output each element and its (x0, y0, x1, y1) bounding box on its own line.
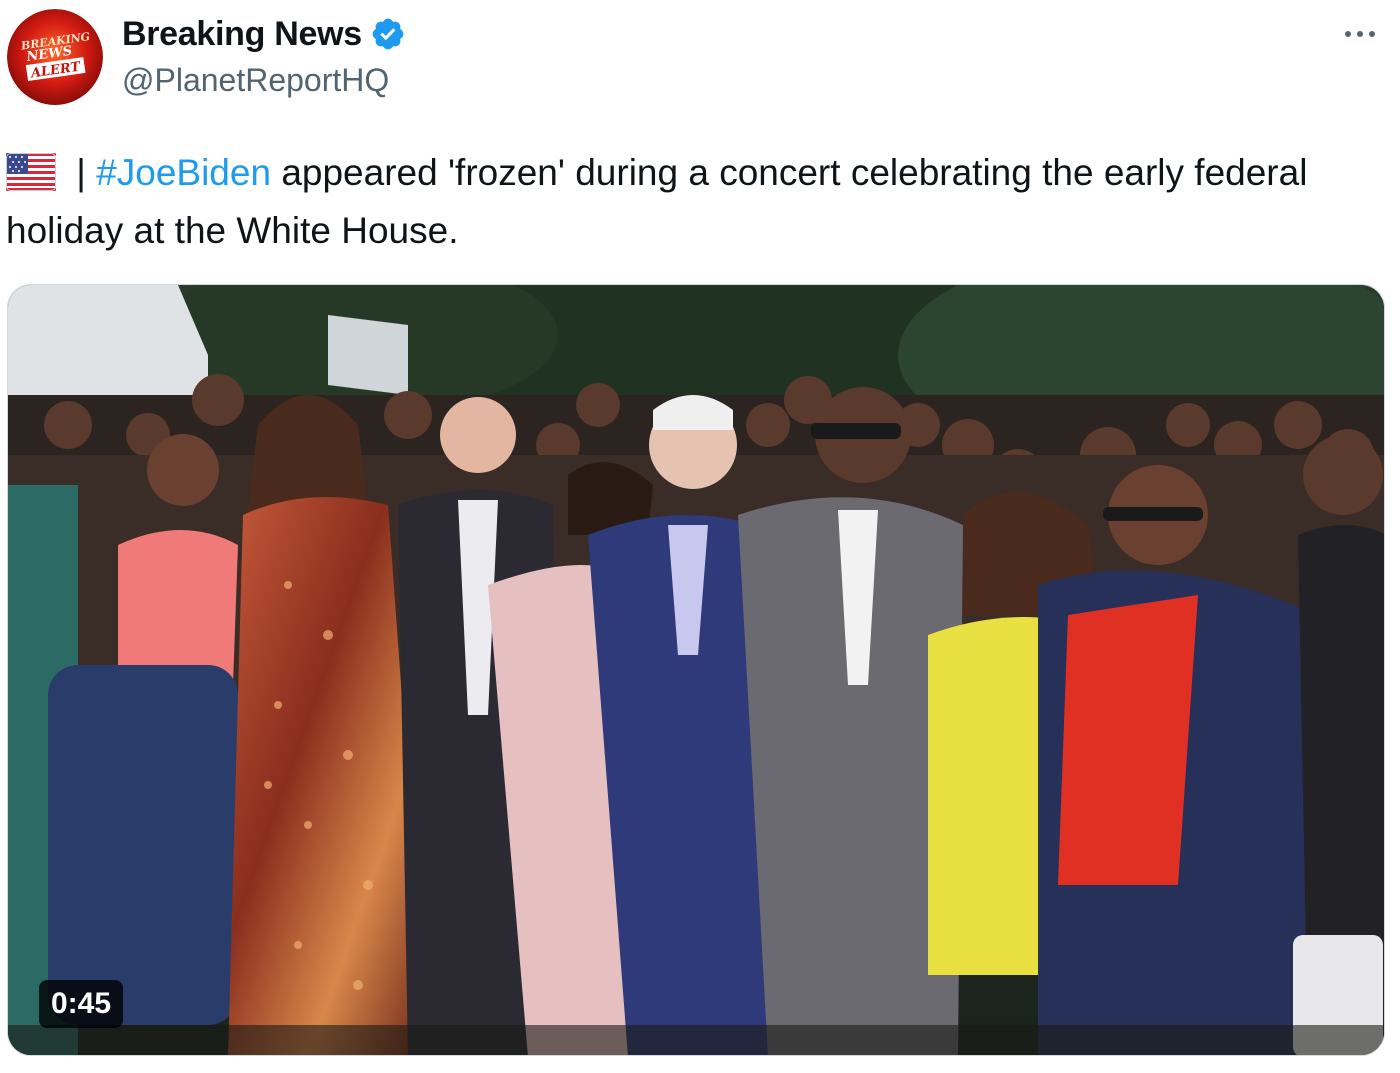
name-row: Breaking News (122, 14, 406, 54)
avatar[interactable]: BREAKING NEWS ALERT (7, 9, 103, 105)
tweet[interactable]: BREAKING NEWS ALERT Breaking News @Plane… (0, 0, 1400, 1073)
hashtag-link[interactable]: #JoeBiden (96, 152, 271, 193)
tweet-separator: | (66, 152, 97, 193)
video-thumbnail (8, 285, 1384, 1055)
author-block: Breaking News @PlanetReportHQ (122, 14, 406, 99)
video-duration-badge: 0:45 (39, 980, 124, 1028)
display-name[interactable]: Breaking News (122, 15, 362, 54)
more-dot-icon (1357, 31, 1363, 37)
verified-badge-icon[interactable] (370, 16, 406, 52)
more-dot-icon (1345, 31, 1351, 37)
more-dot-icon (1369, 31, 1375, 37)
handle[interactable]: @PlanetReportHQ (122, 62, 406, 99)
us-flag-icon (6, 153, 56, 192)
video-player[interactable]: 0:45 (7, 284, 1385, 1056)
breaking-news-logo: BREAKING NEWS ALERT (7, 9, 103, 105)
tweet-text: | #JoeBiden appeared 'frozen' during a c… (6, 144, 1386, 260)
more-options-button[interactable] (1338, 14, 1382, 54)
